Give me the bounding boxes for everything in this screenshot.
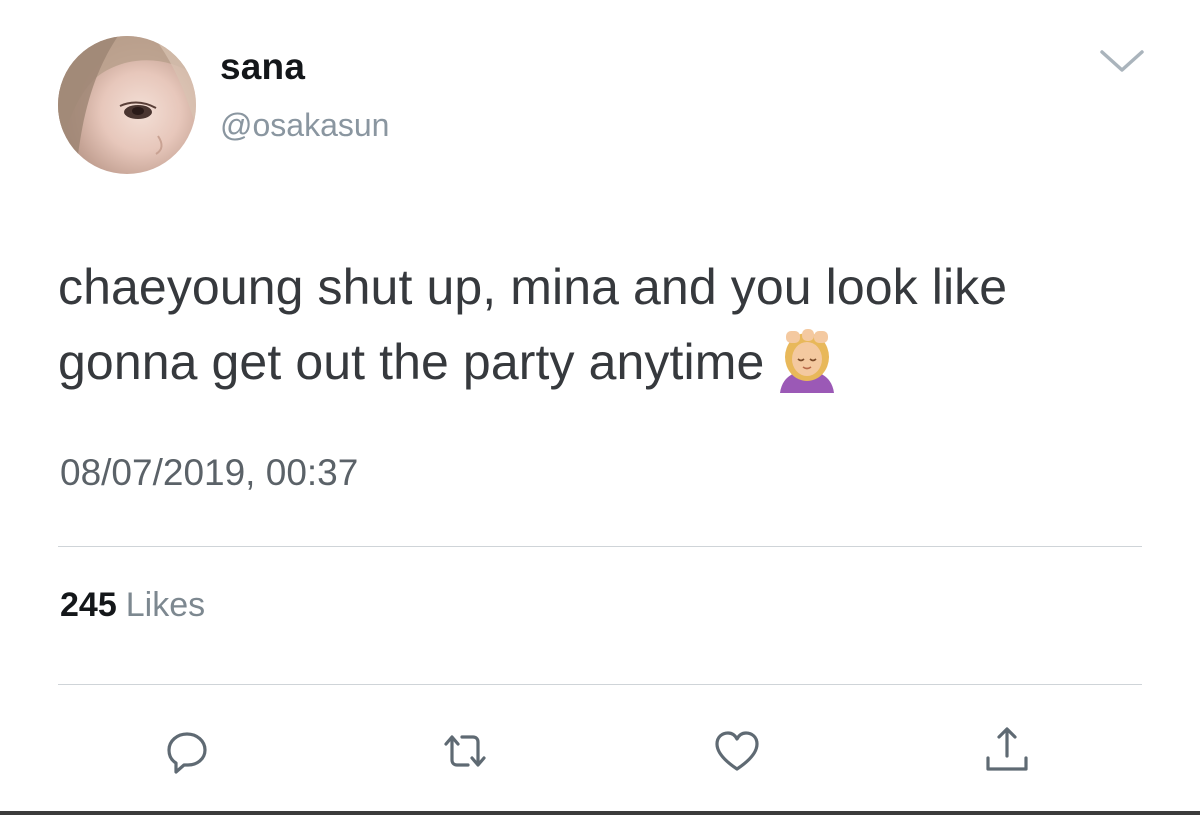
tweet-text-content: chaeyoung shut up, mina and you look lik… xyxy=(58,259,1008,390)
heart-icon xyxy=(715,731,759,771)
tweet-text: chaeyoung shut up, mina and you look lik… xyxy=(58,250,1158,400)
likes-stat[interactable]: 245 Likes xyxy=(60,586,205,625)
avatar[interactable] xyxy=(58,36,196,174)
more-options-button[interactable] xyxy=(1096,42,1148,78)
divider-top xyxy=(58,546,1142,547)
reply-icon xyxy=(167,732,207,774)
likes-count: 245 xyxy=(60,586,117,624)
avatar-image xyxy=(58,36,196,174)
tweet-timestamp: 08/07/2019, 00:37 xyxy=(60,452,359,493)
chevron-down-icon xyxy=(1100,50,1144,72)
retweet-icon xyxy=(444,735,486,767)
share-icon xyxy=(986,727,1028,771)
face-massage-emoji xyxy=(774,327,840,393)
reply-button[interactable] xyxy=(160,724,214,778)
divider-bottom xyxy=(58,684,1142,685)
display-name[interactable]: sana xyxy=(220,46,305,88)
bottom-edge xyxy=(0,811,1200,815)
user-handle[interactable]: @osakasun xyxy=(220,107,389,144)
likes-label: Likes xyxy=(125,586,206,624)
share-button[interactable] xyxy=(980,724,1034,778)
like-button[interactable] xyxy=(710,724,764,778)
retweet-button[interactable] xyxy=(438,724,492,778)
